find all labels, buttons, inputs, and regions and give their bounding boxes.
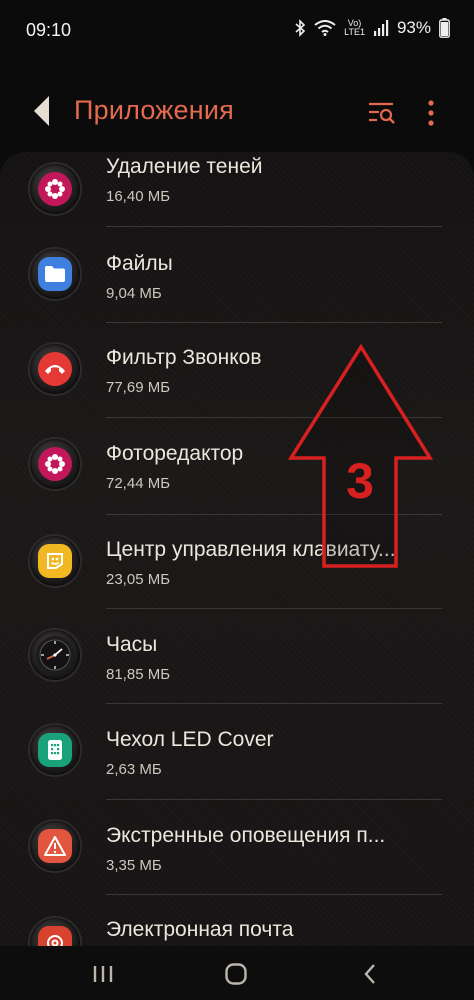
list-item[interactable]: Фоторедактор 72,44 МБ: [0, 417, 474, 513]
app-icon: [30, 821, 80, 871]
app-icon: [30, 164, 80, 214]
volte-indicator: Vo) LTE1: [344, 18, 365, 37]
led-cover-icon: [38, 733, 72, 767]
list-item[interactable]: Фильтр Звонков 77,69 МБ: [0, 322, 474, 418]
app-icon: [30, 439, 80, 489]
app-name: Удаление теней: [106, 155, 263, 178]
recents-icon: [93, 966, 113, 982]
app-icon: [30, 725, 80, 775]
app-icon: [30, 630, 80, 680]
nav-back-button[interactable]: [350, 960, 390, 988]
app-name: Чехол LED Cover: [106, 728, 274, 751]
app-name: Файлы: [106, 252, 173, 275]
call-filter-icon: [38, 352, 72, 386]
app-size: 2,63 МБ: [106, 761, 162, 778]
nav-back-icon: [364, 964, 375, 984]
wifi-icon: [314, 20, 336, 36]
filter-search-icon: [369, 102, 395, 124]
app-name: Фильтр Звонков: [106, 346, 262, 369]
shadow-eraser-icon: [38, 172, 72, 206]
status-icons: Vo) LTE1 93%: [294, 18, 450, 38]
app-size: 81,85 МБ: [106, 666, 171, 683]
app-icon: [30, 344, 80, 394]
bluetooth-icon: [295, 19, 306, 37]
home-icon: [225, 963, 247, 985]
app-icon: [30, 536, 80, 586]
navigation-bar: [0, 946, 474, 1000]
app-bar: Приложения: [0, 80, 474, 144]
list-item[interactable]: Удаление теней 16,40 МБ: [0, 152, 474, 236]
battery-percent: 93%: [396, 18, 431, 37]
list-item[interactable]: Файлы 9,04 МБ: [0, 227, 474, 323]
app-size: 77,69 МБ: [106, 379, 171, 396]
app-size: 16,40 МБ: [106, 188, 171, 205]
app-list[interactable]: Удаление теней 16,40 МБ Файлы 9,04 МБ Фи…: [0, 152, 474, 952]
back-button[interactable]: [30, 94, 58, 128]
battery-icon: [439, 18, 450, 38]
list-item[interactable]: Экстренные оповещения п... 3,35 МБ: [0, 799, 474, 895]
emergency-alert-icon: [38, 829, 72, 863]
more-vert-icon: [428, 100, 434, 126]
list-item[interactable]: Центр управления клавиату... 23,05 МБ: [0, 514, 474, 610]
app-name: Экстренные оповещения п...: [106, 824, 386, 847]
page-title: Приложения: [74, 95, 234, 125]
status-bar: 09:10 Vo) LTE1 93%: [0, 0, 474, 58]
photo-editor-icon: [38, 447, 72, 481]
app-size: 72,44 МБ: [106, 475, 171, 492]
app-name: Часы: [106, 633, 158, 656]
home-button[interactable]: [216, 960, 256, 988]
signal-icon: [373, 20, 389, 36]
app-icon: [30, 249, 80, 299]
app-size: 3,35 МБ: [106, 857, 162, 874]
keyboard-center-icon: [38, 544, 72, 578]
recents-button[interactable]: [83, 960, 123, 988]
more-options-button[interactable]: [420, 96, 442, 130]
back-arrow-icon: [34, 96, 49, 126]
app-name: Центр управления клавиату...: [106, 538, 396, 561]
app-size: 9,04 МБ: [106, 285, 162, 302]
app-name: Электронная почта: [106, 918, 294, 941]
app-name: Фоторедактор: [106, 442, 244, 465]
list-item[interactable]: Электронная почта: [0, 894, 474, 952]
search-filter-button[interactable]: [366, 98, 398, 128]
list-item[interactable]: Чехол LED Cover 2,63 МБ: [0, 703, 474, 799]
clock-icon: [36, 636, 74, 674]
status-time: 09:10: [26, 20, 72, 40]
app-size: 23,05 МБ: [106, 571, 171, 588]
list-item[interactable]: Часы 81,85 МБ: [0, 608, 474, 704]
files-icon: [38, 257, 72, 291]
